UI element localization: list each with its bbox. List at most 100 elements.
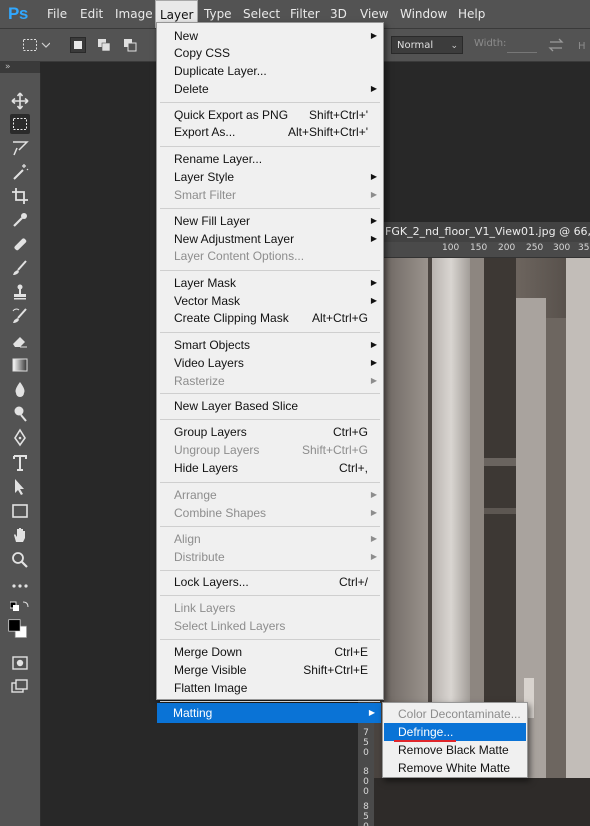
- tools-collapse-bar[interactable]: »: [0, 62, 40, 73]
- menu-item-quick-export-as-png[interactable]: Quick Export as PNG Shift+Ctrl+': [158, 106, 382, 124]
- brush-tool-icon[interactable]: [10, 258, 30, 278]
- menu-item-label: Align: [174, 532, 201, 546]
- menu-item-merge-down[interactable]: Merge Down Ctrl+E: [158, 643, 382, 661]
- menu-item-video-layers[interactable]: Video Layers ▶: [158, 354, 382, 372]
- menu-item-new-fill-layer[interactable]: New Fill Layer ▶: [158, 212, 382, 230]
- menu-item-label: Layer Content Options...: [174, 249, 305, 263]
- menu-separator: [160, 146, 380, 147]
- swap-dimensions-icon[interactable]: [548, 37, 564, 53]
- menu-separator: [160, 482, 380, 483]
- path-selection-tool-icon[interactable]: [10, 477, 30, 497]
- marquee-preset-icon[interactable]: [22, 37, 51, 53]
- rectangular-marquee-tool-icon[interactable]: [10, 114, 30, 134]
- menu-item-layer-style[interactable]: Layer Style ▶: [158, 168, 382, 186]
- menu-item-label: Hide Layers: [174, 461, 239, 475]
- subtract-from-selection-icon[interactable]: [122, 37, 138, 53]
- width-label: Width:: [474, 38, 507, 49]
- submenu-arrow-icon: ▶: [370, 84, 377, 93]
- menu-item-label: New Layer Based Slice: [174, 399, 299, 413]
- move-tool-icon[interactable]: [10, 91, 30, 111]
- menu-item-merge-visible[interactable]: Merge Visible Shift+Ctrl+E: [158, 661, 382, 679]
- menu-item-delete[interactable]: Delete ▶: [158, 80, 382, 98]
- menu-item-shortcut: Ctrl+/: [338, 575, 368, 589]
- style-mode-select[interactable]: Normal ⌄: [391, 36, 463, 54]
- menu-separator: [160, 526, 380, 527]
- quick-mask-icon[interactable]: [10, 653, 30, 673]
- more-tools-icon[interactable]: [10, 576, 30, 596]
- menu-separator: [160, 419, 380, 420]
- menu-image[interactable]: Image: [111, 0, 157, 28]
- menu-item-label: Smart Objects: [174, 338, 251, 352]
- pen-tool-icon[interactable]: [10, 428, 30, 448]
- submenu-arrow-icon: ▶: [370, 216, 377, 225]
- menu-item-shortcut: Ctrl+,: [338, 461, 368, 475]
- submenu-arrow-icon: ▶: [370, 296, 377, 305]
- new-selection-icon[interactable]: [70, 37, 86, 53]
- rectangle-tool-icon[interactable]: [10, 501, 30, 521]
- menu-item-create-clipping-mask[interactable]: Create Clipping Mask Alt+Ctrl+G: [158, 309, 382, 327]
- menu-edit[interactable]: Edit: [76, 0, 107, 28]
- menu-item-shortcut: Alt+Ctrl+G: [311, 311, 368, 325]
- submenu-item-remove-white-matte[interactable]: Remove White Matte: [384, 759, 526, 777]
- clone-stamp-tool-icon[interactable]: [10, 282, 30, 302]
- menu-item-export-as[interactable]: Export As... Alt+Shift+Ctrl+': [158, 123, 382, 141]
- menu-item-smart-objects[interactable]: Smart Objects ▶: [158, 336, 382, 354]
- document-tab[interactable]: FGK_2_nd_floor_V1_View01.jpg @ 66,7% (: [380, 222, 590, 242]
- history-brush-tool-icon[interactable]: [10, 306, 30, 326]
- crop-tool-icon[interactable]: [10, 186, 30, 206]
- color-swatches-icon[interactable]: [8, 619, 36, 647]
- menu-file[interactable]: File: [43, 0, 71, 28]
- ruler-tick-label: 250: [526, 243, 544, 253]
- add-to-selection-icon[interactable]: [96, 37, 112, 53]
- menu-window[interactable]: Window: [396, 0, 451, 28]
- menu-item-matting[interactable]: Matting ▶: [157, 703, 381, 723]
- menu-item-group-layers[interactable]: Group Layers Ctrl+G: [158, 423, 382, 441]
- magic-wand-tool-icon[interactable]: [10, 162, 30, 182]
- width-input[interactable]: [507, 38, 537, 53]
- menu-help[interactable]: Help: [454, 0, 489, 28]
- ruler-tick-label: 8: [363, 767, 369, 777]
- menu-item-combine-shapes: Combine Shapes ▶: [158, 504, 382, 522]
- menu-item-rename-layer[interactable]: Rename Layer...: [158, 150, 382, 168]
- eraser-tool-icon[interactable]: [10, 331, 30, 351]
- menu-item-hide-layers[interactable]: Hide Layers Ctrl+,: [158, 459, 382, 477]
- menu-item-label: Export As...: [174, 125, 236, 139]
- menu-item-layer-mask[interactable]: Layer Mask ▶: [158, 274, 382, 292]
- menu-item-new-adjustment-layer[interactable]: New Adjustment Layer ▶: [158, 230, 382, 248]
- zoom-tool-icon[interactable]: [10, 550, 30, 570]
- type-tool-icon[interactable]: [10, 453, 30, 473]
- healing-brush-tool-icon[interactable]: [10, 234, 30, 254]
- dodge-tool-icon[interactable]: [10, 404, 30, 424]
- menu-item-link-layers: Link Layers: [158, 599, 382, 617]
- eyedropper-tool-icon[interactable]: [10, 210, 30, 230]
- menu-item-new[interactable]: New ▶: [158, 27, 382, 45]
- screen-mode-icon[interactable]: [10, 677, 30, 697]
- menu-item-copy-css[interactable]: Copy CSS: [158, 44, 382, 62]
- menu-item-ungroup-layers: Ungroup Layers Shift+Ctrl+G: [158, 441, 382, 459]
- menu-item-vector-mask[interactable]: Vector Mask ▶: [158, 292, 382, 310]
- hand-tool-icon[interactable]: [10, 525, 30, 545]
- submenu-item-remove-black-matte[interactable]: Remove Black Matte: [384, 741, 526, 759]
- menu-item-duplicate-layer[interactable]: Duplicate Layer...: [158, 62, 382, 80]
- menu-item-new-layer-based-slice[interactable]: New Layer Based Slice: [158, 397, 382, 415]
- submenu-arrow-icon: ▶: [370, 190, 377, 199]
- blur-tool-icon[interactable]: [10, 379, 30, 399]
- gradient-tool-icon[interactable]: [10, 355, 30, 375]
- menu-item-align: Align ▶: [158, 530, 382, 548]
- submenu-item-defringe[interactable]: Defringe...: [384, 723, 526, 741]
- default-colors-icon[interactable]: [10, 599, 30, 619]
- menu-separator: [160, 102, 380, 103]
- ruler-tick-label: 0: [363, 777, 369, 787]
- menu-item-label: New Fill Layer: [174, 214, 251, 228]
- menu-item-label: Flatten Image: [174, 681, 248, 695]
- submenu-arrow-icon: ▶: [368, 708, 375, 717]
- photoshop-logo: Ps: [8, 4, 28, 23]
- submenu-arrow-icon: ▶: [370, 340, 377, 349]
- menu-separator: [160, 639, 380, 640]
- menu-item-flatten-image[interactable]: Flatten Image: [158, 679, 382, 697]
- menu-separator: [160, 393, 380, 394]
- submenu-arrow-icon: ▶: [370, 278, 377, 287]
- lasso-tool-icon[interactable]: [10, 138, 30, 158]
- menu-item-smart-filter: Smart Filter ▶: [158, 186, 382, 204]
- menu-item-lock-layers[interactable]: Lock Layers... Ctrl+/: [158, 573, 382, 591]
